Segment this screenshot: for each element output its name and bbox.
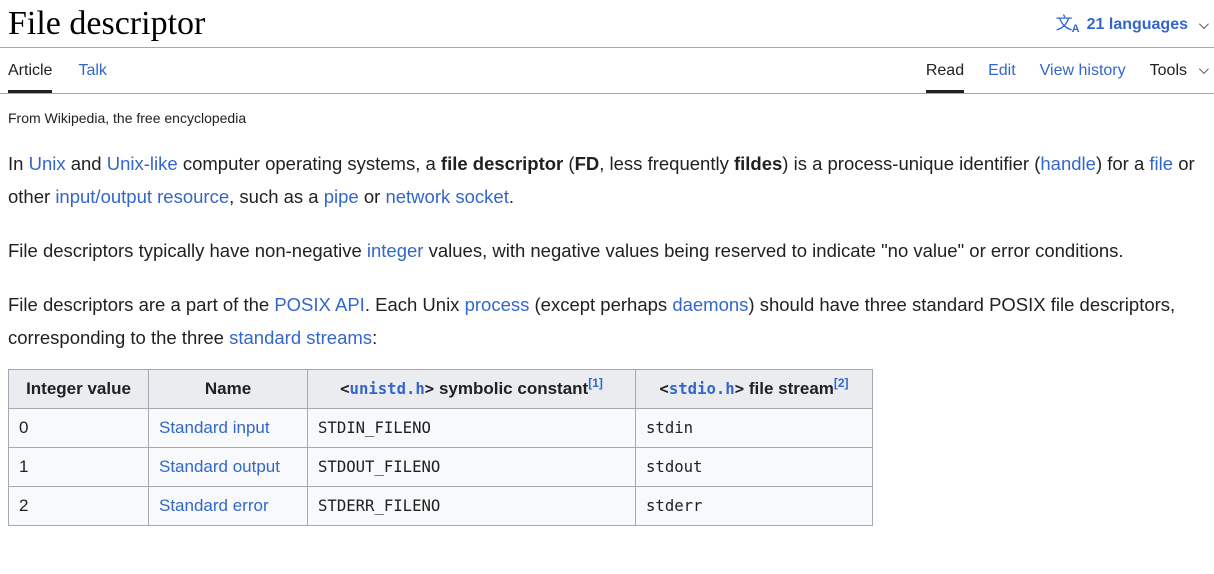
text-segment: (: [563, 153, 575, 174]
language-icon: 文A: [1055, 14, 1080, 35]
text-segment: In: [8, 153, 29, 174]
inline-link[interactable]: process: [465, 294, 530, 315]
cell-integer-value: 1: [8, 447, 149, 487]
footnote-reference[interactable]: [2]: [834, 375, 849, 391]
column-header-integer-value: Integer value: [8, 369, 149, 409]
inline-link[interactable]: unistd.h: [350, 379, 425, 398]
text-segment: <: [659, 379, 669, 398]
text-segment: STDIN_FILENO: [318, 418, 431, 437]
inline-link[interactable]: Standard output: [159, 457, 280, 476]
inline-link[interactable]: daemons: [672, 294, 748, 315]
chevron-down-icon: [1198, 64, 1209, 75]
inline-link[interactable]: integer: [367, 240, 424, 261]
text-segment: stderr: [646, 496, 703, 515]
text-segment: 2: [19, 496, 29, 515]
column-header-name: Name: [148, 369, 308, 409]
text-segment: .: [508, 186, 514, 207]
cell-symbolic-constant: STDERR_FILENO: [307, 486, 636, 526]
cell-file-stream: stdin: [635, 408, 873, 448]
cell-name: Standard output: [148, 447, 308, 487]
inline-link[interactable]: [1]: [588, 376, 603, 390]
inline-link[interactable]: Unix: [29, 153, 66, 174]
text-segment: FD: [574, 153, 600, 174]
text-segment: , less frequently: [599, 153, 734, 174]
table-row: 0 Standard input STDIN_FILENO stdin: [8, 408, 873, 448]
file-descriptor-table: Integer value Name <unistd.h> symbolic c…: [8, 369, 873, 526]
text-segment: STDERR_FILENO: [318, 496, 441, 515]
column-header-stdio-file-stream: <stdio.h> file stream[2]: [635, 369, 873, 409]
text-segment: File descriptors are a part of the: [8, 294, 275, 315]
text-segment: . Each Unix: [364, 294, 465, 315]
paragraph-intro: In Unix and Unix-like computer operating…: [8, 147, 1198, 213]
text-segment: computer operating systems, a: [177, 153, 441, 174]
chevron-down-icon: [1198, 18, 1209, 29]
inline-link[interactable]: Standard input: [159, 418, 270, 437]
cell-symbolic-constant: STDIN_FILENO: [307, 408, 636, 448]
article-tab-bar: Article Talk Read Edit View history Tool…: [0, 48, 1214, 94]
text-segment: File descriptors typically have non-nega…: [8, 240, 367, 261]
tab-read[interactable]: Read: [925, 48, 965, 93]
text-segment: :: [372, 327, 378, 348]
cell-name: Standard input: [148, 408, 308, 448]
cell-name: Standard error: [148, 486, 308, 526]
text-segment: 1: [19, 457, 29, 476]
inline-link[interactable]: handle: [1040, 153, 1096, 174]
inline-link[interactable]: Unix-like: [107, 153, 178, 174]
cell-integer-value: 2: [8, 486, 149, 526]
text-segment: Integer value: [26, 379, 131, 398]
text-segment: Name: [204, 379, 252, 398]
cell-file-stream: stdout: [635, 447, 873, 487]
inline-link[interactable]: stdio.h: [669, 379, 735, 398]
text-segment: ) is a process-unique identifier (: [782, 153, 1041, 174]
inline-link[interactable]: pipe: [324, 186, 359, 207]
tab-edit[interactable]: Edit: [988, 48, 1016, 93]
inline-link[interactable]: POSIX API: [274, 294, 365, 315]
text-segment: symbolic constant: [434, 379, 589, 398]
languages-label: 21 languages: [1086, 16, 1188, 33]
inline-link[interactable]: standard streams: [229, 327, 372, 348]
text-segment: and: [65, 153, 107, 174]
tab-talk[interactable]: Talk: [78, 48, 106, 93]
table-row: 1 Standard output STDOUT_FILENO stdout: [8, 447, 873, 487]
text-segment: >: [734, 379, 745, 398]
text-segment: file stream: [744, 379, 834, 398]
text-segment: stdout: [646, 457, 703, 476]
inline-link[interactable]: [2]: [834, 376, 849, 390]
cell-symbolic-constant: STDOUT_FILENO: [307, 447, 636, 487]
footnote-reference[interactable]: [1]: [588, 375, 603, 391]
cell-integer-value: 0: [8, 408, 149, 448]
inline-link[interactable]: network socket: [385, 186, 508, 207]
text-segment: stdin: [646, 418, 694, 437]
page-header: File descriptor 文A 21 languages: [0, 0, 1214, 48]
cell-file-stream: stderr: [635, 486, 873, 526]
text-segment: STDOUT_FILENO: [318, 457, 441, 476]
text-segment: , such as a: [229, 186, 324, 207]
tab-view-history[interactable]: View history: [1040, 48, 1126, 93]
tools-menu-button[interactable]: Tools: [1150, 48, 1209, 93]
languages-dropdown[interactable]: 文A 21 languages: [1055, 3, 1209, 35]
paragraph-posix: File descriptors are a part of the POSIX…: [8, 288, 1198, 354]
text-segment: <: [340, 379, 350, 398]
text-segment: 0: [19, 418, 29, 437]
paragraph-values: File descriptors typically have non-nega…: [8, 234, 1198, 267]
text-segment: file descriptor: [440, 153, 564, 174]
article-content: From Wikipedia, the free encyclopedia In…: [0, 110, 1214, 526]
page-title: File descriptor: [8, 5, 206, 42]
text-segment: ) for a: [1095, 153, 1150, 174]
site-subtitle: From Wikipedia, the free encyclopedia: [8, 110, 247, 126]
text-segment: (except perhaps: [529, 294, 673, 315]
text-segment: >: [424, 379, 435, 398]
inline-link[interactable]: input/output resource: [55, 186, 229, 207]
inline-link[interactable]: Standard error: [159, 496, 269, 515]
column-header-unistd-symbolic-constant: <unistd.h> symbolic constant[1]: [307, 369, 636, 409]
inline-link[interactable]: file: [1149, 153, 1173, 174]
tab-article[interactable]: Article: [8, 48, 53, 93]
text-segment: fildes: [733, 153, 783, 174]
table-header-row: Integer value Name <unistd.h> symbolic c…: [8, 369, 873, 409]
table-row: 2 Standard error STDERR_FILENO stderr: [8, 486, 873, 526]
text-segment: values, with negative values being reser…: [423, 240, 1124, 261]
text-segment: or: [358, 186, 386, 207]
